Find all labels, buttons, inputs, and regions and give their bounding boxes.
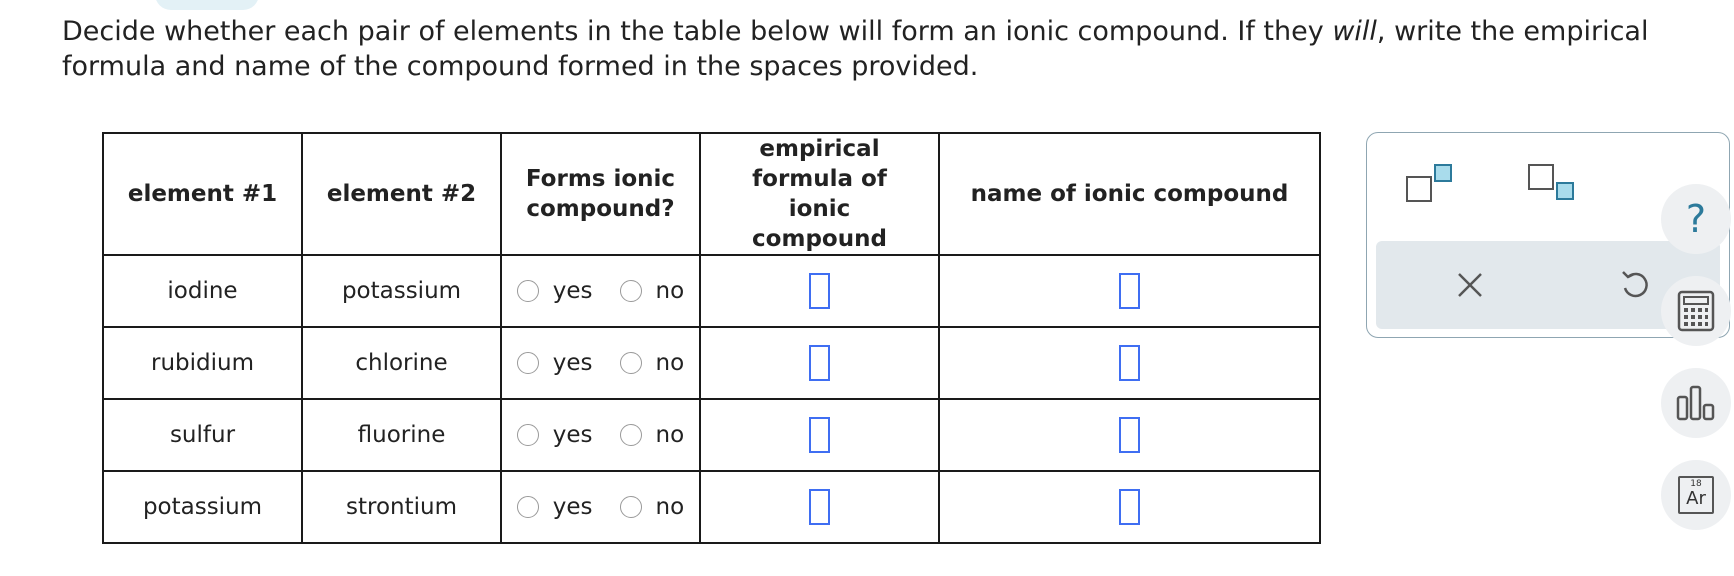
forms-ionic-cell: yes no xyxy=(500,254,701,328)
instructions-text: Decide whether each pair of elements in … xyxy=(62,14,1722,84)
forms-ionic-cell: yes no xyxy=(500,326,701,400)
compound-name-input[interactable] xyxy=(1119,345,1140,381)
yes-no-radio-group: yes no xyxy=(502,422,699,448)
no-radio-label: no xyxy=(655,350,685,376)
no-radio-button[interactable] xyxy=(619,424,642,446)
formula-cell xyxy=(699,254,940,328)
compound-name-cell xyxy=(938,254,1321,328)
superscript-icon xyxy=(1406,164,1452,202)
help-button[interactable]: ? xyxy=(1661,184,1731,254)
compound-name-cell xyxy=(938,326,1321,400)
no-radio-option[interactable]: no xyxy=(619,494,685,520)
table-row: iodine potassium yes no xyxy=(102,254,1321,328)
element-2-cell: fluorine xyxy=(301,398,502,472)
clear-button[interactable] xyxy=(1456,271,1484,299)
superscript-button[interactable] xyxy=(1405,163,1459,207)
forms-ionic-cell: yes no xyxy=(500,398,701,472)
element-1-cell: sulfur xyxy=(102,398,303,472)
element-1-cell: potassium xyxy=(102,470,303,544)
header-formula-label: empirical formula of ionic compound xyxy=(752,136,887,252)
header-forms-ionic-label: Forms ionic compound? xyxy=(525,166,676,222)
yes-radio-label: yes xyxy=(552,494,593,520)
compound-name-input[interactable] xyxy=(1119,489,1140,525)
table-header-row: element #1 element #2 Forms ionic compou… xyxy=(102,132,1321,256)
no-radio-option[interactable]: no xyxy=(619,278,685,304)
instructions-part-1: Decide whether each pair of elements in … xyxy=(62,16,1333,47)
yes-radio-option[interactable]: yes xyxy=(516,422,593,448)
formula-cell xyxy=(699,470,940,544)
yes-radio-label: yes xyxy=(552,422,593,448)
header-formula: empirical formula of ionic compound xyxy=(699,132,940,256)
yes-radio-label: yes xyxy=(552,350,593,376)
close-icon xyxy=(1458,273,1482,297)
compound-name-input[interactable] xyxy=(1119,417,1140,453)
undo-button[interactable] xyxy=(1619,269,1651,301)
formula-input[interactable] xyxy=(809,345,830,381)
top-tab-decoration xyxy=(155,0,259,10)
help-icon: ? xyxy=(1685,197,1707,241)
bar-chart-icon xyxy=(1676,385,1715,421)
header-element-2: element #2 xyxy=(301,132,502,256)
yes-radio-option[interactable]: yes xyxy=(516,278,593,304)
element-2-cell: chlorine xyxy=(301,326,502,400)
compound-name-input[interactable] xyxy=(1119,273,1140,309)
header-compound-name: name of ionic compound xyxy=(938,132,1321,256)
compound-name-cell xyxy=(938,470,1321,544)
formula-input[interactable] xyxy=(809,273,830,309)
no-radio-button[interactable] xyxy=(619,280,642,302)
element-1-cell: iodine xyxy=(102,254,303,328)
no-radio-label: no xyxy=(655,422,685,448)
no-radio-label: no xyxy=(655,278,685,304)
forms-ionic-cell: yes no xyxy=(500,470,701,544)
element-2-cell: potassium xyxy=(301,254,502,328)
table-row: sulfur fluorine yes no xyxy=(102,398,1321,472)
data-button[interactable] xyxy=(1661,368,1731,438)
yes-no-radio-group: yes no xyxy=(502,278,699,304)
yes-radio-button[interactable] xyxy=(516,496,539,518)
yes-no-radio-group: yes no xyxy=(502,494,699,520)
compound-name-cell xyxy=(938,398,1321,472)
header-element-1: element #1 xyxy=(102,132,303,256)
element-2-cell: strontium xyxy=(301,470,502,544)
yes-radio-button[interactable] xyxy=(516,352,539,374)
yes-radio-option[interactable]: yes xyxy=(516,494,593,520)
periodic-table-button[interactable]: 18 Ar xyxy=(1661,460,1731,530)
no-radio-option[interactable]: no xyxy=(619,422,685,448)
element-1-cell: rubidium xyxy=(102,326,303,400)
yes-radio-button[interactable] xyxy=(516,280,539,302)
calculator-button[interactable] xyxy=(1661,276,1731,346)
formula-cell xyxy=(699,398,940,472)
formula-input[interactable] xyxy=(809,417,830,453)
undo-icon xyxy=(1622,271,1648,298)
no-radio-label: no xyxy=(655,494,685,520)
table-row: potassium strontium yes no xyxy=(102,470,1321,544)
yes-no-radio-group: yes no xyxy=(502,350,699,376)
formula-cell xyxy=(699,326,940,400)
no-radio-option[interactable]: no xyxy=(619,350,685,376)
instructions-emphasis: will xyxy=(1332,16,1377,47)
header-forms-ionic: Forms ionic compound? xyxy=(500,132,701,256)
yes-radio-button[interactable] xyxy=(516,424,539,446)
ionic-compound-table: element #1 element #2 Forms ionic compou… xyxy=(102,132,1321,544)
table-row: rubidium chlorine yes no xyxy=(102,326,1321,400)
periodic-table-icon: 18 Ar xyxy=(1678,476,1714,514)
subscript-button[interactable] xyxy=(1527,163,1581,207)
periodic-symbol: Ar xyxy=(1686,488,1706,509)
calculator-icon xyxy=(1677,290,1715,332)
no-radio-button[interactable] xyxy=(619,352,642,374)
formula-input[interactable] xyxy=(809,489,830,525)
no-radio-button[interactable] xyxy=(619,496,642,518)
yes-radio-label: yes xyxy=(552,278,593,304)
subscript-icon xyxy=(1528,164,1574,200)
yes-radio-option[interactable]: yes xyxy=(516,350,593,376)
